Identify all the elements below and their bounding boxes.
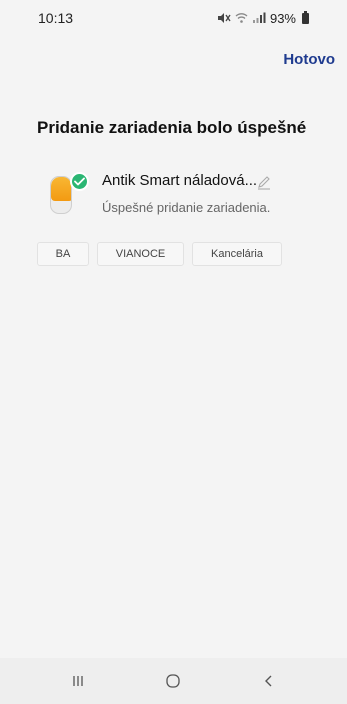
battery-percent: 93% — [269, 10, 296, 26]
home-icon[interactable] — [153, 666, 193, 696]
done-button[interactable]: Hotovo — [281, 47, 337, 72]
wifi-icon — [235, 13, 248, 23]
check-icon — [70, 172, 89, 191]
top-bar: Hotovo — [281, 44, 337, 74]
room-list: BA VIANOCE Kancelária — [37, 242, 282, 266]
mute-icon — [217, 13, 231, 23]
night-lamp-icon — [48, 172, 89, 214]
signal-icon — [252, 12, 266, 23]
page-title: Pridanie zariadenia bolo úspešné — [37, 118, 307, 137]
room-chip-ba[interactable]: BA — [37, 242, 89, 266]
edit-pencil-icon[interactable] — [256, 174, 272, 190]
device-status: Úspešné pridanie zariadenia. — [102, 200, 271, 215]
status-time: 10:13 — [38, 10, 74, 26]
device-row: Antik Smart náladová... Úspešné pridanie… — [44, 170, 334, 224]
status-bar: 10:13 93% — [0, 0, 347, 36]
device-name: Antik Smart náladová... — [102, 172, 258, 189]
system-nav-bar — [0, 658, 347, 704]
room-chip-vianoce[interactable]: VIANOCE — [97, 242, 184, 266]
battery-icon — [302, 10, 309, 24]
back-icon[interactable] — [249, 666, 289, 696]
recent-apps-icon[interactable] — [58, 666, 98, 696]
room-chip-kancelaria[interactable]: Kancelária — [192, 242, 282, 266]
status-icons: 93% — [217, 10, 309, 26]
